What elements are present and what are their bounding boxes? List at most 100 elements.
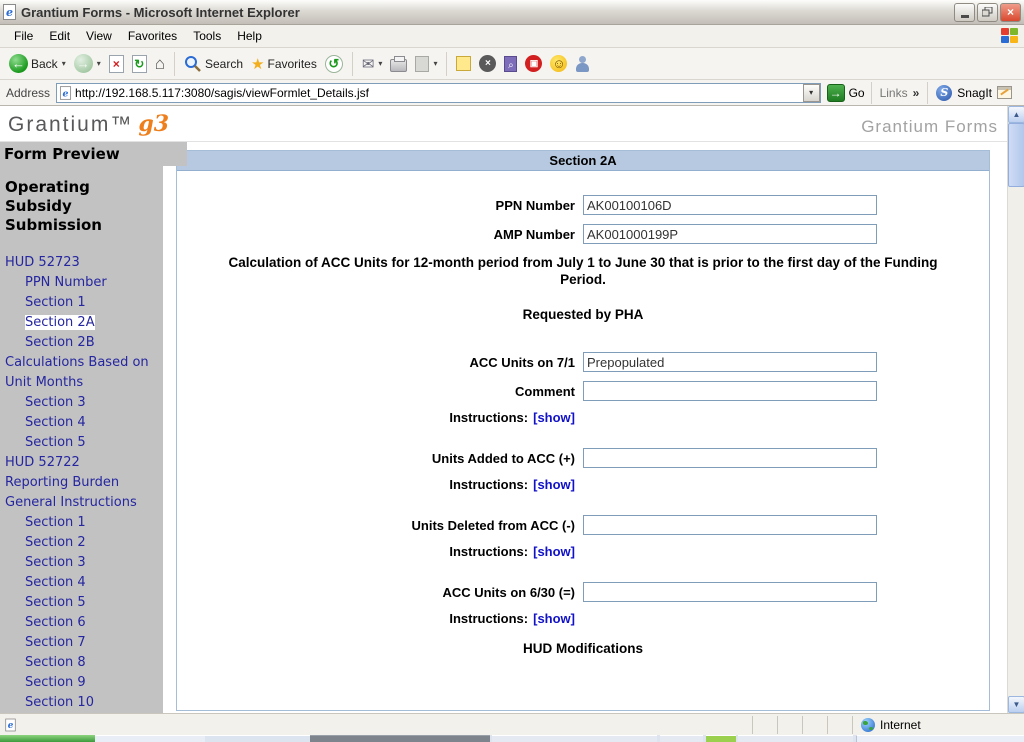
minimize-button[interactable]: [954, 2, 975, 22]
edit-button[interactable]: ▾: [411, 54, 441, 74]
sidebar-item-gi-section-1[interactable]: Section 1: [0, 513, 160, 533]
menu-tools[interactable]: Tools: [185, 26, 229, 46]
refresh-button[interactable]: ↻: [128, 53, 151, 75]
menu-help[interactable]: Help: [229, 26, 270, 46]
links-toolbar[interactable]: Links »: [870, 81, 928, 104]
menu-view[interactable]: View: [78, 26, 120, 46]
sidebar-item-reporting-burden[interactable]: Reporting Burden: [0, 473, 160, 493]
circle-x-icon: ×: [479, 55, 497, 72]
scroll-up-button[interactable]: ▲: [1008, 106, 1024, 123]
sidebar-item-section-4[interactable]: Section 4: [0, 413, 160, 433]
address-bar: Address e ▾ → Go Links » S SnagIt: [0, 80, 1024, 106]
ppn-number-row: PPN Number: [177, 195, 989, 215]
sidebar-item-section-1[interactable]: Section 1: [0, 293, 160, 313]
vertical-scrollbar[interactable]: ▲ ▼: [1007, 106, 1024, 713]
url-input[interactable]: [75, 84, 803, 101]
sidebar-item-general-instructions[interactable]: General Instructions: [0, 493, 160, 513]
sidebar-item-gi-section-8[interactable]: Section 8: [0, 653, 160, 673]
instructions-row-2: Instructions: [show]: [177, 477, 581, 492]
smiley-tool-button[interactable]: ☺: [546, 53, 571, 74]
sidebar-item-gi-section-7[interactable]: Section 7: [0, 633, 160, 653]
download-tool-button[interactable]: ▣: [521, 53, 546, 74]
smiley-icon: ☺: [550, 55, 568, 72]
acc-units-71-label: ACC Units on 7/1: [469, 354, 575, 370]
chevron-down-icon: ▾: [809, 88, 814, 97]
calculation-description: Calculation of ACC Units for 12-month pe…: [228, 255, 938, 287]
sidebar-item-calculations[interactable]: Calculations Based on Unit Months: [0, 353, 160, 393]
status-pane: [777, 715, 802, 734]
acc-units-71-input[interactable]: [583, 352, 877, 372]
taskbar-button[interactable]: [738, 735, 853, 742]
mail-button[interactable]: ✉ ▾: [358, 53, 387, 75]
refresh-icon: ↻: [131, 54, 147, 73]
taskbar-button[interactable]: [660, 735, 703, 742]
amp-number-row: AMP Number: [177, 224, 989, 244]
sidebar: Form Preview Operating Subsidy Submissio…: [0, 142, 187, 713]
comment-input[interactable]: [583, 381, 877, 401]
address-label: Address: [6, 85, 51, 100]
snagit-label: SnagIt: [957, 85, 992, 100]
menu-edit[interactable]: Edit: [41, 26, 78, 46]
section-2a-formbox: Section 2A PPN Number AMP Number Calcula…: [176, 150, 990, 711]
ppn-number-input[interactable]: [583, 195, 877, 215]
show-instructions-link[interactable]: [show]: [533, 477, 575, 492]
restore-button[interactable]: [977, 2, 998, 22]
buddy-tool-button[interactable]: [571, 54, 594, 74]
sidebar-item-ppn-number[interactable]: PPN Number: [0, 273, 160, 293]
back-icon: ←: [9, 54, 28, 73]
system-tray: [856, 735, 1024, 742]
favorites-button[interactable]: ★ Favorites: [247, 53, 321, 75]
acc-units-630-input[interactable]: [583, 582, 877, 602]
status-pane: [827, 715, 852, 734]
sidebar-item-gi-section-10[interactable]: Section 10: [0, 693, 160, 713]
sidebar-item-gi-section-3[interactable]: Section 3: [0, 553, 160, 573]
sidebar-item-section-2b[interactable]: Section 2B: [0, 333, 160, 353]
research-button[interactable]: ⌕: [500, 54, 521, 74]
sidebar-item-gi-section-4[interactable]: Section 4: [0, 573, 160, 593]
show-instructions-link[interactable]: [show]: [533, 611, 575, 626]
back-button[interactable]: ← Back ▾: [5, 52, 70, 75]
browser-toolbar: ← Back ▾ → ▾ × ↻ ⌂ Search ★ Favorites ↺ …: [0, 48, 1024, 80]
url-dropdown-button[interactable]: ▾: [802, 83, 820, 102]
history-button[interactable]: ↺: [321, 53, 347, 75]
amp-number-input[interactable]: [583, 224, 877, 244]
menu-favorites[interactable]: Favorites: [120, 26, 185, 46]
taskbar-button-highlight[interactable]: [706, 735, 736, 742]
sidebar-item-section-2a[interactable]: Section 2A: [0, 313, 160, 333]
history-icon: ↺: [324, 54, 343, 73]
messenger-button[interactable]: ×: [475, 53, 500, 74]
sidebar-item-gi-section-2[interactable]: Section 2: [0, 533, 160, 553]
edit-icon: [415, 55, 430, 72]
taskbar-button[interactable]: [492, 735, 657, 742]
sidebar-item-section-5[interactable]: Section 5: [0, 433, 160, 453]
taskbar-button-active[interactable]: [310, 735, 490, 742]
sidebar-item-gi-section-9[interactable]: Section 9: [0, 673, 160, 693]
menu-file[interactable]: File: [6, 26, 41, 46]
restore-icon: [982, 7, 993, 17]
search-button[interactable]: Search: [180, 53, 247, 75]
discuss-note-icon: [456, 56, 472, 71]
scrollbar-thumb[interactable]: [1008, 123, 1024, 187]
scroll-down-button[interactable]: ▼: [1008, 696, 1024, 713]
stop-button[interactable]: ×: [105, 53, 128, 75]
amp-number-label: AMP Number: [493, 226, 575, 242]
units-deleted-input[interactable]: [583, 515, 877, 535]
show-instructions-link[interactable]: [show]: [533, 410, 575, 425]
units-added-input[interactable]: [583, 448, 877, 468]
show-instructions-link[interactable]: [show]: [533, 544, 575, 559]
sidebar-item-section-3[interactable]: Section 3: [0, 393, 160, 413]
favorites-label: Favorites: [267, 56, 317, 71]
discuss-button[interactable]: [452, 54, 475, 73]
sidebar-heading: Form Preview: [0, 142, 187, 166]
sidebar-item-gi-section-5[interactable]: Section 5: [0, 593, 160, 613]
form-content-area: Section 2A PPN Number AMP Number Calcula…: [163, 142, 1024, 713]
start-button[interactable]: [0, 735, 95, 742]
close-button[interactable]: ×: [1000, 2, 1021, 22]
print-button[interactable]: [386, 54, 411, 74]
snagit-toolbar[interactable]: S SnagIt: [927, 81, 1020, 104]
buddy-icon: [575, 55, 590, 72]
go-button[interactable]: → Go: [826, 83, 865, 102]
sidebar-item-gi-section-6[interactable]: Section 6: [0, 613, 160, 633]
forward-button[interactable]: → ▾: [70, 52, 105, 75]
home-button[interactable]: ⌂: [151, 52, 169, 76]
